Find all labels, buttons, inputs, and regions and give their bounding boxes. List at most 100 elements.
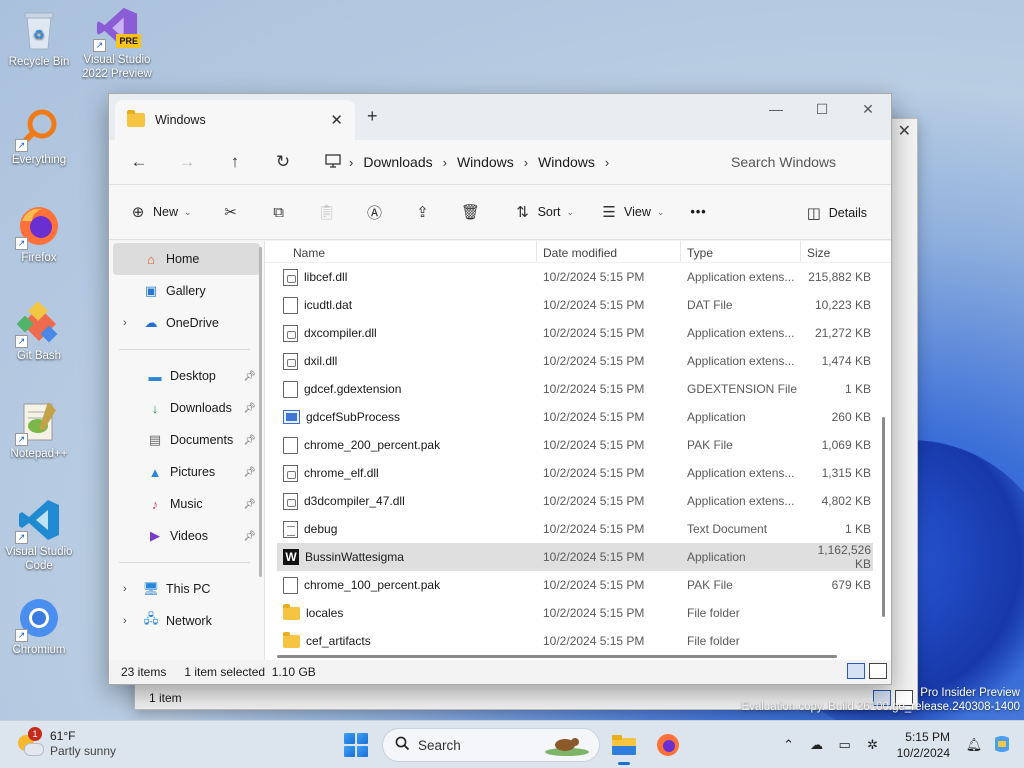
desktop-icon-everything[interactable]: ↗ Everything <box>0 106 78 167</box>
close-button[interactable]: ✕ <box>845 94 891 124</box>
desktop-icon-chromium[interactable]: ↗ Chromium <box>0 596 78 657</box>
details-view-button[interactable] <box>847 663 865 679</box>
file-row[interactable]: d3dcompiler_47.dll 10/2/2024 5:15 PM Appli… <box>277 487 873 515</box>
new-button[interactable]: ⊕ New ⌄ <box>121 196 200 228</box>
sidebar-item-pictures[interactable]: ▲ Pictures 📌︎ <box>113 456 260 488</box>
taskbar-firefox[interactable] <box>652 729 684 761</box>
search-label: Search <box>418 737 461 753</box>
chevron-right-icon[interactable]: › <box>123 583 127 595</box>
clock[interactable]: 5:15 PM 10/2/2024 <box>897 729 950 761</box>
maximize-button[interactable]: ☐ <box>799 94 845 124</box>
paste-button[interactable]: 📋︎ <box>310 196 344 228</box>
address-bar[interactable]: › Downloads › Windows › Windows › <box>315 146 705 178</box>
cut-button[interactable]: ✂ <box>214 196 248 228</box>
sidebar-item-downloads[interactable]: ↓ Downloads 📌︎ <box>113 392 260 424</box>
vertical-scrollbar[interactable] <box>882 267 885 627</box>
cloud-offline-icon[interactable]: ☁ <box>803 737 831 753</box>
sidebar-item-onedrive[interactable]: › ☁ OneDrive <box>113 307 260 339</box>
desktop-icon-vscode[interactable]: ↗ Visual Studio Code <box>0 498 78 573</box>
breadcrumb-downloads[interactable]: Downloads <box>353 154 442 170</box>
tab-close-icon[interactable]: ✕ <box>330 111 343 129</box>
column-date-modified[interactable]: Date modified <box>537 241 681 262</box>
view-button[interactable]: ☰ View ⌄ <box>592 196 672 228</box>
search-input[interactable]: Search Windows <box>719 146 887 178</box>
file-row[interactable]: cef_artifacts 10/2/2024 5:15 PM File folde… <box>277 627 873 655</box>
delete-button[interactable]: 🗑︎ <box>454 196 488 228</box>
column-type[interactable]: Type <box>681 241 801 262</box>
column-size[interactable]: Size <box>801 241 875 262</box>
file-row[interactable]: chrome_elf.dll 10/2/2024 5:15 PM Applicati… <box>277 459 873 487</box>
details-pane-button[interactable]: ◫ Details <box>797 197 875 229</box>
taskbar-search[interactable]: Search <box>382 728 600 762</box>
start-button[interactable] <box>344 733 368 757</box>
sort-label: Sort <box>537 205 561 219</box>
copilot-icon[interactable] <box>988 734 1016 757</box>
sidebar-item-network[interactable]: › 🖧︎ Network <box>113 605 260 637</box>
taskbar: 1 61°F Partly sunny Search ⌃ ☁ ▭ ✲ 5:15 … <box>0 720 1024 768</box>
sidebar-item-home[interactable]: ⌂ Home <box>113 243 260 275</box>
sort-icon: ⇅ <box>516 204 529 221</box>
file-date: 10/2/2024 5:15 PM <box>543 382 645 396</box>
network-icon: 🖧︎ <box>143 611 159 626</box>
copy-button[interactable]: ⧉ <box>262 196 296 228</box>
sidebar-item-documents[interactable]: ▤ Documents 📌︎ <box>113 424 260 456</box>
desktop-icon-firefox[interactable]: ↗ Firefox <box>0 204 78 265</box>
sidebar-item-this-pc[interactable]: › 🖥︎ This PC <box>113 573 260 605</box>
column-name[interactable]: Name <box>265 241 537 262</box>
refresh-icon[interactable]: ↻ <box>265 147 301 177</box>
file-row[interactable]: icudtl.dat 10/2/2024 5:15 PM DAT File 10,22… <box>277 291 873 319</box>
close-icon[interactable]: ✕ <box>898 121 911 141</box>
tiles-view-button[interactable] <box>869 663 887 679</box>
chevron-right-icon[interactable]: › <box>123 615 127 627</box>
chevron-up-icon[interactable]: ⌃ <box>775 737 803 753</box>
new-tab-button[interactable]: + <box>367 106 378 127</box>
rename-icon: Ⓐ <box>367 204 383 222</box>
home-icon: ⌂ <box>147 251 155 267</box>
desktop-icon-recycle-bin[interactable]: ♻ Recycle Bin <box>0 8 78 69</box>
desktop-icon-notepadpp[interactable]: ↗ Notepad++ <box>0 400 78 461</box>
taskbar-file-explorer[interactable] <box>608 729 640 765</box>
file-row[interactable]: dxil.dll 10/2/2024 5:15 PM Application ext… <box>277 347 873 375</box>
accessibility-icon[interactable]: ✲ <box>859 737 887 753</box>
tab-windows[interactable]: Windows ✕ <box>115 100 355 140</box>
file-row[interactable]: W BussinWattesigma 10/2/2024 5:15 PM Applic… <box>277 543 873 571</box>
file-row[interactable]: locales 10/2/2024 5:15 PM File folder <box>277 599 873 627</box>
file-type: Application extens... <box>687 494 795 508</box>
title-bar[interactable]: Windows ✕ + — ☐ ✕ <box>109 94 891 140</box>
file-row[interactable]: debug 10/2/2024 5:15 PM Text Document 1 KB <box>277 515 873 543</box>
file-row[interactable]: gdcef.gdextension 10/2/2024 5:15 PM GDEXTE… <box>277 375 873 403</box>
share-button[interactable]: ⇪ <box>406 196 440 228</box>
file-row[interactable]: chrome_100_percent.pak 10/2/2024 5:15 PM P… <box>277 571 873 599</box>
sidebar-item-desktop[interactable]: ▬ Desktop 📌︎ <box>113 360 260 392</box>
back-arrow-icon[interactable]: ← <box>121 147 157 177</box>
up-arrow-icon[interactable]: ↑ <box>217 147 253 177</box>
breadcrumb-windows-current[interactable]: Windows <box>528 154 605 170</box>
display-icon[interactable]: ▭ <box>831 737 859 753</box>
forward-arrow-icon[interactable]: → <box>169 147 205 177</box>
more-options-button[interactable]: ••• <box>682 196 714 228</box>
sidebar-item-videos[interactable]: ▶ Videos 📌︎ <box>113 520 260 552</box>
sort-button[interactable]: ⇅ Sort ⌄ <box>506 196 582 228</box>
notification-bell-icon[interactable]: 🔔︎ <box>960 737 988 753</box>
file-row[interactable]: gdcefSubProcess 10/2/2024 5:15 PM Applicat… <box>277 403 873 431</box>
file-explorer-window[interactable]: Windows ✕ + — ☐ ✕ ← → ↑ ↻ › Downloads › … <box>108 93 892 685</box>
weather-widget[interactable]: 1 61°F Partly sunny <box>16 727 116 759</box>
sidebar-item-gallery[interactable]: ▣ Gallery <box>113 275 260 307</box>
item-count: 23 items <box>121 665 167 679</box>
minimize-button[interactable]: — <box>753 94 799 124</box>
rename-button[interactable]: Ⓐ <box>358 196 392 228</box>
sidebar-item-label: Documents <box>170 433 234 447</box>
breadcrumb-windows[interactable]: Windows <box>447 154 524 170</box>
scrollbar-thumb[interactable] <box>882 417 885 617</box>
desktop-icon-git-bash[interactable]: ↗ Git Bash <box>0 302 78 363</box>
horizontal-scrollbar[interactable] <box>277 655 837 658</box>
file-row[interactable]: chrome_200_percent.pak 10/2/2024 5:15 PM P… <box>277 431 873 459</box>
file-row[interactable]: libcef.dll 10/2/2024 5:15 PM Application e… <box>277 263 873 291</box>
sidebar-item-music[interactable]: ♪ Music 📌︎ <box>113 488 260 520</box>
chevron-right-icon[interactable]: › <box>123 317 127 329</box>
desktop-icon-visual-studio-preview[interactable]: PRE ↗ Visual Studio 2022 Preview <box>78 6 156 81</box>
file-name: BussinWattesigma <box>305 550 404 564</box>
sidebar-scrollbar[interactable] <box>259 247 262 577</box>
file-row[interactable]: dxcompiler.dll 10/2/2024 5:15 PM Applicati… <box>277 319 873 347</box>
file-doc-icon <box>283 380 298 398</box>
